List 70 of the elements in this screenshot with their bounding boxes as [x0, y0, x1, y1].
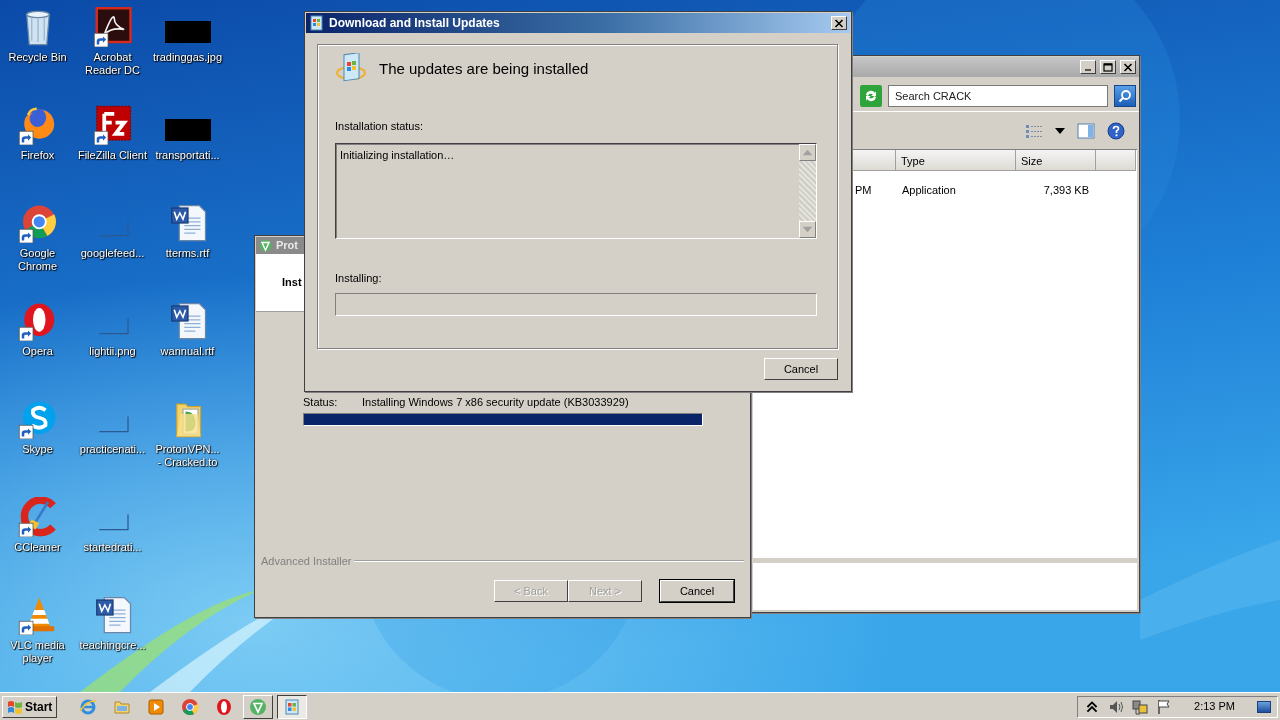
column-header[interactable] — [851, 150, 896, 171]
chat-icon[interactable] — [17, 399, 58, 439]
update-icon — [309, 15, 325, 31]
document-icon[interactable] — [92, 7, 133, 47]
icon-label[interactable]: lightii.png — [75, 345, 150, 358]
status-text: Installing Windows 7 x86 security update (KB3033929) — [362, 395, 629, 410]
close-icon — [1123, 62, 1133, 72]
icon-label[interactable]: Acrobat Reader DC — [75, 51, 150, 77]
scroll-down-button[interactable] — [799, 220, 816, 238]
icon-label[interactable]: practicenati... — [75, 443, 150, 456]
refresh-button[interactable] — [860, 84, 882, 107]
icon-label[interactable]: Google Chrome — [0, 247, 75, 273]
wheel-icon[interactable] — [17, 203, 58, 243]
caret-icon[interactable] — [1055, 127, 1065, 134]
windows-icon — [7, 698, 23, 715]
shield-icon — [259, 239, 272, 252]
maximize-icon — [1103, 62, 1113, 72]
close-button[interactable] — [831, 16, 847, 30]
icon-label[interactable]: googlefeed... — [75, 247, 150, 260]
start-button[interactable]: Start — [2, 695, 58, 718]
status-label: Status: — [303, 395, 339, 410]
icon-label[interactable]: Firefox — [0, 149, 75, 162]
help-icon[interactable] — [1107, 121, 1125, 140]
show-desktop-button[interactable] — [1257, 700, 1271, 713]
close-button[interactable] — [1120, 60, 1136, 74]
scrollbar[interactable] — [799, 143, 816, 238]
column-header[interactable]: Type — [896, 150, 1016, 171]
minimize-icon — [1085, 69, 1091, 71]
play-icon — [147, 697, 166, 716]
column-header[interactable]: Size — [1016, 150, 1096, 171]
flag-icon[interactable] — [1156, 698, 1173, 715]
progress-label: Installing: — [335, 270, 383, 286]
taskbar-button[interactable] — [277, 694, 308, 719]
log-line: Initializing installation… — [340, 148, 455, 161]
cancel-button[interactable]: Cancel — [764, 358, 838, 380]
icon-label[interactable]: wannual.rtf — [150, 345, 225, 358]
maximize-button[interactable] — [1100, 60, 1116, 74]
ring-icon — [215, 697, 234, 716]
broom-icon[interactable] — [17, 497, 58, 537]
network-icon[interactable] — [1132, 698, 1149, 715]
page-heading: Inst — [282, 275, 302, 291]
wizard-button[interactable]: Cancel — [660, 580, 734, 602]
search-button[interactable] — [1114, 84, 1136, 107]
window-title: Download and Install Updates — [329, 15, 501, 32]
close-icon — [834, 18, 844, 28]
icon-label[interactable]: FileZilla Client — [75, 149, 150, 162]
app-icon[interactable] — [92, 105, 133, 145]
dialog-heading: The updates are being installed — [379, 58, 589, 79]
shield-icon — [249, 697, 268, 716]
table-cell-text: 7,393 KB — [1042, 183, 1090, 198]
icon-label[interactable]: Recycle Bin — [0, 51, 75, 64]
column-header — [1096, 150, 1136, 171]
window-title: Prot — [276, 238, 298, 254]
icon-label[interactable]: tradinggas.jpg — [150, 51, 225, 64]
icon-label[interactable]: Skype — [0, 443, 75, 456]
table-cell-text: PM — [854, 183, 873, 198]
brand-label: Advanced Installer — [261, 553, 352, 569]
icon-label[interactable]: tterms.rtf — [150, 247, 225, 260]
table-cell-text: Application — [901, 183, 957, 198]
wheel-icon — [181, 697, 200, 716]
icon-label[interactable]: Opera — [0, 345, 75, 358]
icon-label[interactable]: transportati... — [150, 149, 225, 162]
search-icon — [1118, 88, 1132, 103]
clock[interactable]: 2:13 PM — [1194, 698, 1235, 715]
scroll-up-button[interactable] — [799, 143, 816, 161]
minimize-button[interactable] — [1080, 60, 1096, 74]
status-label: Installation status: — [335, 119, 425, 134]
update-icon — [283, 697, 302, 716]
browser-icon — [79, 697, 98, 716]
search-field[interactable]: Search CRACK — [888, 84, 1108, 107]
